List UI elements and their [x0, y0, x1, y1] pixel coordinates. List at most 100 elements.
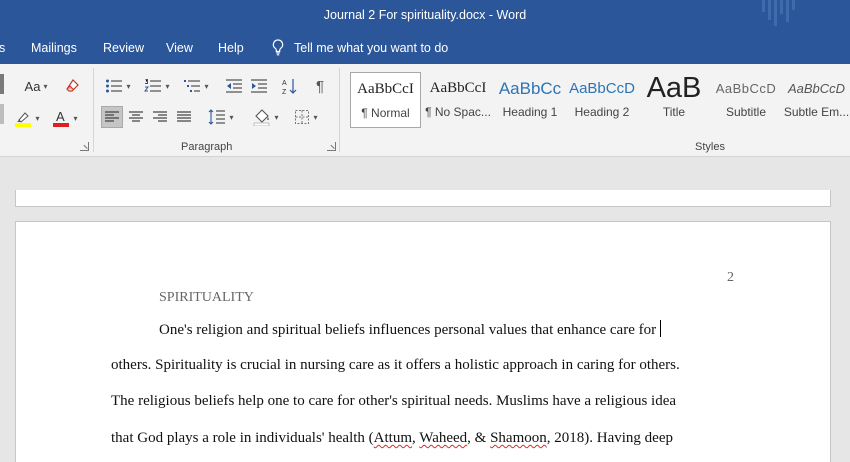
align-center-icon: [129, 111, 143, 122]
style-preview: AaBbCcD: [787, 81, 846, 96]
svg-text:A: A: [56, 109, 65, 124]
font-size-scroll-edge[interactable]: [0, 74, 4, 94]
body-line-3[interactable]: The religious beliefs help one to care f…: [111, 393, 676, 410]
style-name: ¶ No Spac...: [425, 105, 491, 119]
style-heading-2[interactable]: AaBbCcD Heading 2: [567, 72, 637, 128]
change-case-button[interactable]: Aa ▾: [18, 76, 54, 96]
clear-formatting-button[interactable]: [62, 76, 84, 96]
title-bar-decoration: [762, 0, 795, 26]
style-subtitle[interactable]: AaBbCcD Subtitle: [711, 72, 781, 128]
change-case-label: Aa: [24, 78, 41, 94]
paragraph-group-label: Paragraph: [181, 141, 233, 153]
justify-icon: [177, 111, 191, 122]
chevron-down-icon: ▾: [165, 81, 170, 91]
svg-text:Z: Z: [282, 89, 287, 95]
multilevel-list-icon: [184, 80, 201, 92]
text-cursor: [660, 320, 662, 337]
styles-group-label: Styles: [695, 141, 725, 153]
font-dialog-launcher[interactable]: [80, 142, 89, 151]
ribbon-tabs: s Mailings Review View Help Tell me what…: [0, 33, 850, 64]
spelling-error-word[interactable]: Waheed: [419, 430, 467, 446]
numbering-button[interactable]: ▾: [140, 75, 174, 97]
style-preview: AaBbCcI: [429, 80, 487, 96]
sort-button[interactable]: A Z: [279, 75, 301, 97]
running-head: SPIRITUALITY: [159, 290, 254, 305]
spelling-error-word[interactable]: Shamoon: [490, 430, 547, 446]
line-spacing-icon: [209, 109, 226, 125]
page-current[interactable]: 2 SPIRITUALITY One's religion and spirit…: [15, 221, 831, 462]
style-preview: AaBbCcI: [357, 81, 414, 97]
line-4-text: , &: [467, 430, 491, 446]
ribbon-home: Aa ▾ ▾ A ▾ ▾ ▾ ▾ A Z ¶ ▾ ▾ ▾ Paragraph A…: [0, 64, 850, 157]
style-name: Subtitle: [725, 105, 767, 119]
increase-indent-icon: [251, 79, 267, 93]
line-4-text: that God plays a role in individuals' he…: [111, 430, 374, 446]
align-right-icon: [153, 111, 167, 122]
borders-icon: [295, 110, 310, 124]
chevron-down-icon: ▾: [73, 113, 78, 123]
eraser-icon: [66, 79, 79, 92]
font-color-icon: A: [53, 109, 70, 127]
pilcrow-icon: ¶: [315, 77, 325, 95]
font-color-button[interactable]: A ▾: [48, 107, 82, 129]
style-name: Subtle Em...: [783, 105, 850, 119]
style-normal[interactable]: AaBbCcI ¶ Normal: [350, 72, 421, 128]
tab-partial[interactable]: s: [0, 41, 5, 55]
borders-button[interactable]: ▾: [289, 106, 323, 128]
style-name: Title: [662, 105, 686, 119]
numbering-icon: [144, 79, 162, 92]
style-name: Heading 2: [574, 105, 630, 119]
align-left-button[interactable]: [101, 106, 123, 128]
page-previous-bottom[interactable]: [15, 190, 831, 207]
chevron-down-icon: ▾: [35, 113, 40, 123]
group-separator: [93, 68, 94, 152]
body-line-1[interactable]: One's religion and spiritual beliefs inf…: [159, 320, 662, 339]
multilevel-list-button[interactable]: ▾: [179, 75, 213, 97]
bullets-button[interactable]: ▾: [101, 75, 135, 97]
chevron-down-icon: ▾: [204, 81, 209, 91]
line-spacing-button[interactable]: ▾: [204, 106, 238, 128]
align-center-button[interactable]: [125, 106, 147, 128]
chevron-down-icon: ▾: [229, 112, 234, 122]
align-left-icon: [105, 111, 119, 122]
title-bar: Journal 2 For spirituality.docx - Word: [0, 0, 850, 33]
body-line-1-text: One's religion and spiritual beliefs inf…: [159, 322, 657, 338]
show-formatting-button[interactable]: ¶: [309, 75, 331, 97]
highlighter-icon: [15, 112, 32, 127]
paint-bucket-icon: [254, 109, 270, 126]
tab-view[interactable]: View: [166, 41, 193, 55]
paragraph-dialog-launcher[interactable]: [327, 142, 336, 151]
chevron-down-icon: ▾: [43, 81, 48, 91]
style-preview: AaBbCcD: [715, 81, 777, 96]
body-line-4[interactable]: that God plays a role in individuals' he…: [111, 430, 673, 447]
increase-indent-button[interactable]: [248, 75, 270, 97]
svg-text:A: A: [282, 80, 287, 87]
lightbulb-icon: [272, 39, 284, 56]
decrease-indent-button[interactable]: [223, 75, 245, 97]
shading-button[interactable]: ▾: [249, 106, 283, 128]
style-no-spacing[interactable]: AaBbCcI ¶ No Spac...: [423, 72, 493, 128]
body-line-2[interactable]: others. Spirituality is crucial in nursi…: [111, 357, 680, 374]
chevron-down-icon: ▾: [313, 112, 318, 122]
tell-me-label: Tell me what you want to do: [294, 40, 449, 55]
style-title[interactable]: AaB Title: [639, 72, 709, 128]
style-preview: AaBbCc: [498, 79, 562, 98]
window-title: Journal 2 For spirituality.docx - Word: [323, 8, 527, 22]
style-preview: AaB: [646, 72, 702, 104]
style-heading-1[interactable]: AaBbCc Heading 1: [495, 72, 565, 128]
chevron-down-icon: ▾: [274, 112, 279, 122]
word-window: Journal 2 For spirituality.docx - Word s…: [0, 0, 850, 462]
bullets-icon: [106, 79, 123, 93]
group-separator: [339, 68, 340, 152]
tab-mailings[interactable]: Mailings: [31, 41, 77, 55]
document-area[interactable]: 2 SPIRITUALITY One's religion and spirit…: [0, 157, 850, 462]
tell-me-search[interactable]: Tell me what you want to do: [272, 39, 448, 56]
tab-review[interactable]: Review: [103, 41, 144, 55]
style-subtle-emphasis[interactable]: AaBbCcD Subtle Em...: [783, 72, 850, 128]
spelling-error-word[interactable]: Attum: [374, 430, 412, 446]
justify-button[interactable]: [173, 106, 195, 128]
chevron-down-icon: ▾: [126, 81, 131, 91]
align-right-button[interactable]: [149, 106, 171, 128]
tab-help[interactable]: Help: [218, 41, 244, 55]
highlight-button[interactable]: ▾: [10, 107, 44, 129]
